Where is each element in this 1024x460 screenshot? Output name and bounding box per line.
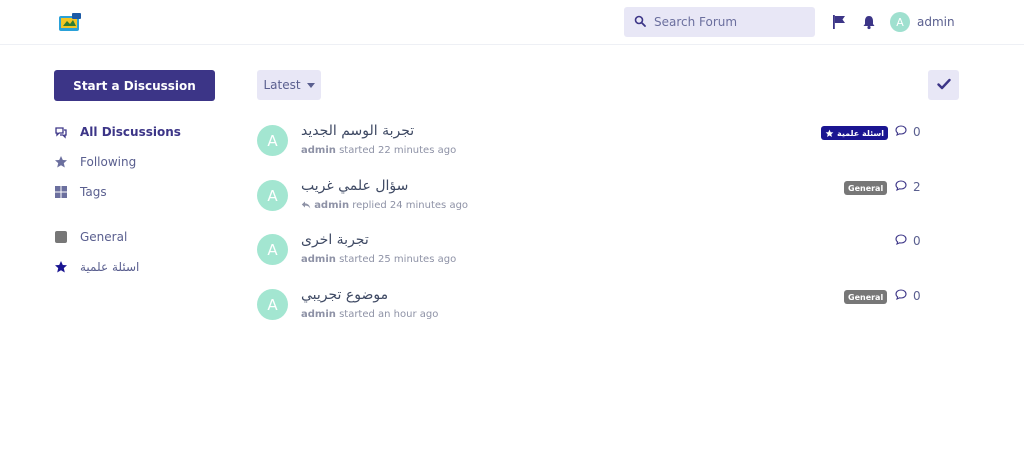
reply-count[interactable]: 2 <box>895 180 921 194</box>
discussion-item[interactable]: A سؤال علمي غريب admin replied 24 minute… <box>257 178 927 222</box>
comment-icon <box>895 180 907 194</box>
user-menu[interactable]: A admin <box>890 12 955 32</box>
sidebar-item-label: All Discussions <box>80 125 181 139</box>
caret-down-icon <box>306 82 315 88</box>
reply-count-value: 0 <box>913 289 921 303</box>
discussion-meta: admin replied 24 minutes ago <box>301 200 468 211</box>
tag-badge[interactable]: General <box>844 181 888 195</box>
bell-icon[interactable] <box>861 14 877 30</box>
reply-count-value: 2 <box>913 180 921 194</box>
reply-count-value: 0 <box>913 234 921 248</box>
sidebar-item-tags[interactable]: Tags <box>54 182 107 202</box>
tag-label: اسئلة علمية <box>837 128 884 138</box>
discussion-title[interactable]: سؤال علمي غريب <box>301 178 408 194</box>
comments-icon <box>54 125 68 139</box>
discussion-author[interactable]: admin <box>301 309 336 320</box>
discussion-action: started 22 minutes ago <box>339 145 457 156</box>
discussion-author[interactable]: admin <box>314 200 349 211</box>
avatar[interactable]: A <box>257 125 288 156</box>
tag-badge[interactable]: اسئلة علمية <box>821 126 888 140</box>
star-icon <box>54 260 68 274</box>
tags-grid-icon <box>54 185 68 199</box>
tag-label: General <box>848 292 884 302</box>
sidebar-item-label: اسئلة علمية <box>80 260 140 274</box>
user-name: admin <box>917 15 955 29</box>
comment-icon <box>895 125 907 139</box>
reply-count[interactable]: 0 <box>895 289 921 303</box>
discussion-item[interactable]: A تجربة الوسم الجديد admin started 22 mi… <box>257 123 927 167</box>
discussion-item[interactable]: A موضوع تجريبي admin started an hour ago… <box>257 287 927 331</box>
discussion-title[interactable]: تجربة الوسم الجديد <box>301 123 414 139</box>
discussion-action: started an hour ago <box>339 309 439 320</box>
comment-icon <box>895 234 907 248</box>
search-icon <box>634 15 646 30</box>
sort-dropdown[interactable]: Latest <box>257 70 321 100</box>
star-icon <box>825 129 834 138</box>
header: Search Forum A admin <box>0 0 1024 45</box>
discussion-meta: admin started an hour ago <box>301 309 438 320</box>
tag-square-icon <box>54 230 68 244</box>
sidebar-item-following[interactable]: Following <box>54 152 136 172</box>
avatar: A <box>890 12 910 32</box>
reply-icon <box>301 201 311 209</box>
forum-logo[interactable] <box>58 12 82 34</box>
avatar[interactable]: A <box>257 234 288 265</box>
sidebar-item-general[interactable]: General <box>54 227 127 247</box>
search-placeholder: Search Forum <box>654 15 738 29</box>
star-icon <box>54 155 68 169</box>
avatar[interactable]: A <box>257 180 288 211</box>
discussion-meta: admin started 22 minutes ago <box>301 145 456 156</box>
sort-label: Latest <box>263 78 301 92</box>
discussion-title[interactable]: موضوع تجريبي <box>301 287 388 303</box>
discussion-meta: admin started 25 minutes ago <box>301 254 456 265</box>
sidebar-item-all-discussions[interactable]: All Discussions <box>54 122 181 142</box>
sidebar-item-label: Tags <box>80 185 107 199</box>
start-discussion-button[interactable]: Start a Discussion <box>54 70 215 101</box>
reply-count[interactable]: 0 <box>895 125 921 139</box>
tag-badge[interactable]: General <box>844 290 888 304</box>
discussion-author[interactable]: admin <box>301 254 336 265</box>
sidebar-item-label: Following <box>80 155 137 169</box>
discussion-action: replied 24 minutes ago <box>352 200 469 211</box>
sidebar-item-science-questions[interactable]: اسئلة علمية <box>54 257 139 277</box>
discussion-author[interactable]: admin <box>301 145 336 156</box>
mark-all-read-button[interactable] <box>928 70 959 100</box>
reply-count-value: 0 <box>913 125 921 139</box>
flag-icon[interactable] <box>831 14 847 30</box>
reply-count[interactable]: 0 <box>895 234 921 248</box>
tag-label: General <box>848 183 884 193</box>
search-input[interactable]: Search Forum <box>624 7 815 37</box>
discussion-title[interactable]: تجربة اخرى <box>301 232 369 248</box>
comment-icon <box>895 289 907 303</box>
check-icon <box>936 78 951 93</box>
avatar[interactable]: A <box>257 289 288 320</box>
discussion-action: started 25 minutes ago <box>339 254 457 265</box>
discussion-item[interactable]: A تجربة اخرى admin started 25 minutes ag… <box>257 232 927 276</box>
sidebar-item-label: General <box>80 230 128 244</box>
